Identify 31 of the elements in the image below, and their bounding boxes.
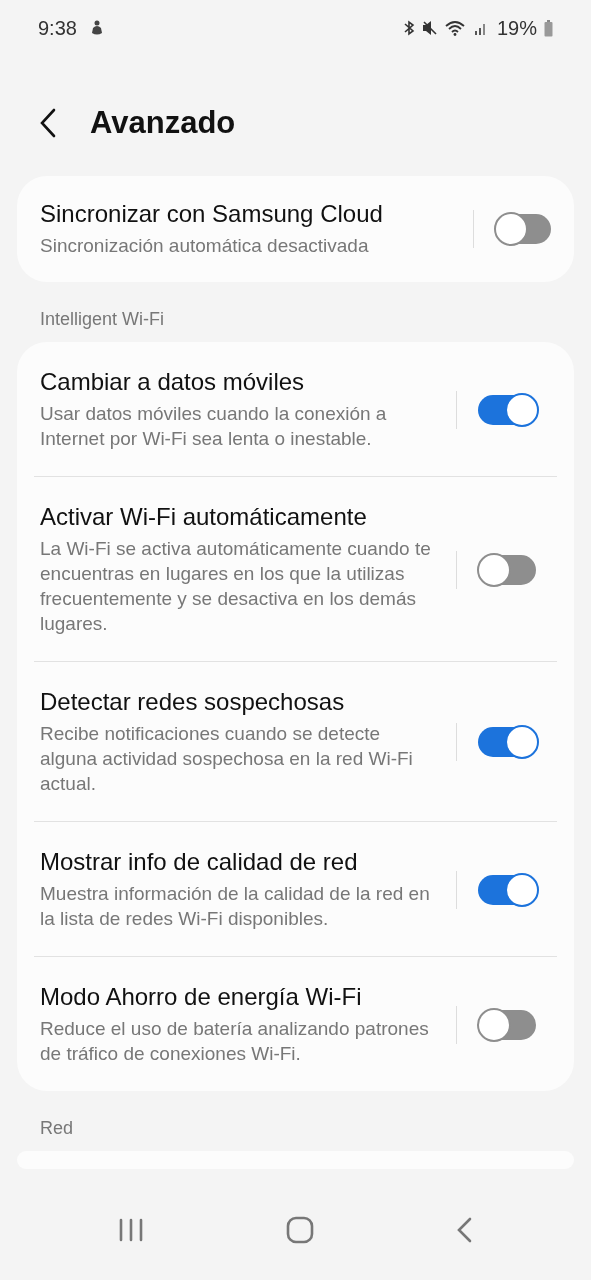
setting-title: Sincronizar con Samsung Cloud [40,200,384,228]
section-header: Intelligent Wi-Fi [39,308,166,331]
setting-title: Modo Ahorro de energía Wi-Fi [40,983,363,1011]
mute-icon [421,20,438,36]
toggle-switch[interactable] [478,554,536,585]
status-time: 9:38 [38,16,77,40]
bluetooth-icon [402,20,415,36]
section-header: Red [39,1117,75,1140]
toggle-switch[interactable] [478,727,536,757]
setting-title: Activar Wi-Fi automáticamente [40,503,368,531]
setting-title: Mostrar info de calidad de red [40,848,359,876]
setting-description: Muestra información de la calidad de la red en la lista de redes Wi-Fi disponibles. [40,882,431,931]
page-title: Avanzado [90,105,236,141]
setting-description: Usar datos móviles cuando la conexión a Internet por Wi-Fi sea lenta o inestable. [40,402,388,451]
wifi-icon [444,20,467,36]
battery-percent: 19% [496,16,537,40]
battery-icon [544,19,553,37]
setting-description: La Wi-Fi se activa automáticamente cuando te encuentras en lugares en los que la utilizas frecuentemente y se desactiva en los demás lugares. [40,537,432,636]
home-icon[interactable] [285,1216,314,1244]
setting-description: Reduce el uso de batería analizando patrones de tráfico de conexiones Wi-Fi. [40,1017,430,1066]
toggle-switch[interactable] [478,1009,536,1040]
toggle-switch[interactable] [478,874,536,905]
notification-icon [89,20,104,36]
recent-apps-icon[interactable] [118,1218,144,1242]
setting-title: Cambiar a datos móviles [40,368,306,396]
setting-title: Detectar redes sospechosas [40,688,346,716]
setting-description: Recibe notificaciones cuando se detecte alguna actividad sospechosa en la red Wi-Fi actual. [40,722,414,796]
toggle-switch[interactable] [494,214,551,244]
back-icon[interactable] [40,108,56,138]
toggle-switch[interactable] [478,394,536,425]
setting-description: Sincronización automática desactivada [40,234,370,258]
